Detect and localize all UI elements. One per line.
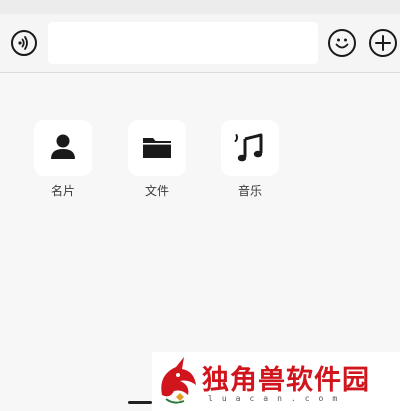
top-edge [0, 0, 400, 14]
folder-icon [143, 138, 171, 158]
home-indicator [128, 401, 152, 404]
panel-item-card[interactable]: 名片 [34, 120, 92, 198]
brand-url: luacan.com [208, 394, 347, 403]
unicorn-logo-icon [161, 357, 196, 404]
card-label: 名片 [50, 184, 75, 198]
music-label: 音乐 [237, 184, 262, 198]
plus-button[interactable] [369, 29, 397, 57]
brand-name: 独角兽软件园 [202, 365, 370, 396]
card-tile[interactable] [34, 120, 92, 176]
voice-button[interactable] [11, 30, 37, 56]
plus-icon [375, 35, 391, 51]
music-tile[interactable] [221, 120, 279, 176]
music-note-icon [234, 133, 263, 162]
panel-item-music[interactable]: 音乐 [221, 120, 279, 198]
message-input[interactable] [48, 22, 318, 64]
watermark-logo: 独角兽软件园 luacan.com [152, 352, 400, 411]
emoji-button[interactable] [328, 29, 356, 57]
person-icon [51, 134, 75, 159]
chat-input-bar [0, 14, 400, 73]
file-tile[interactable] [128, 120, 186, 176]
emoji-icon [335, 38, 349, 49]
panel-item-file[interactable]: 文件 [128, 120, 186, 198]
voice-icon [18, 36, 28, 50]
file-label: 文件 [144, 184, 169, 198]
